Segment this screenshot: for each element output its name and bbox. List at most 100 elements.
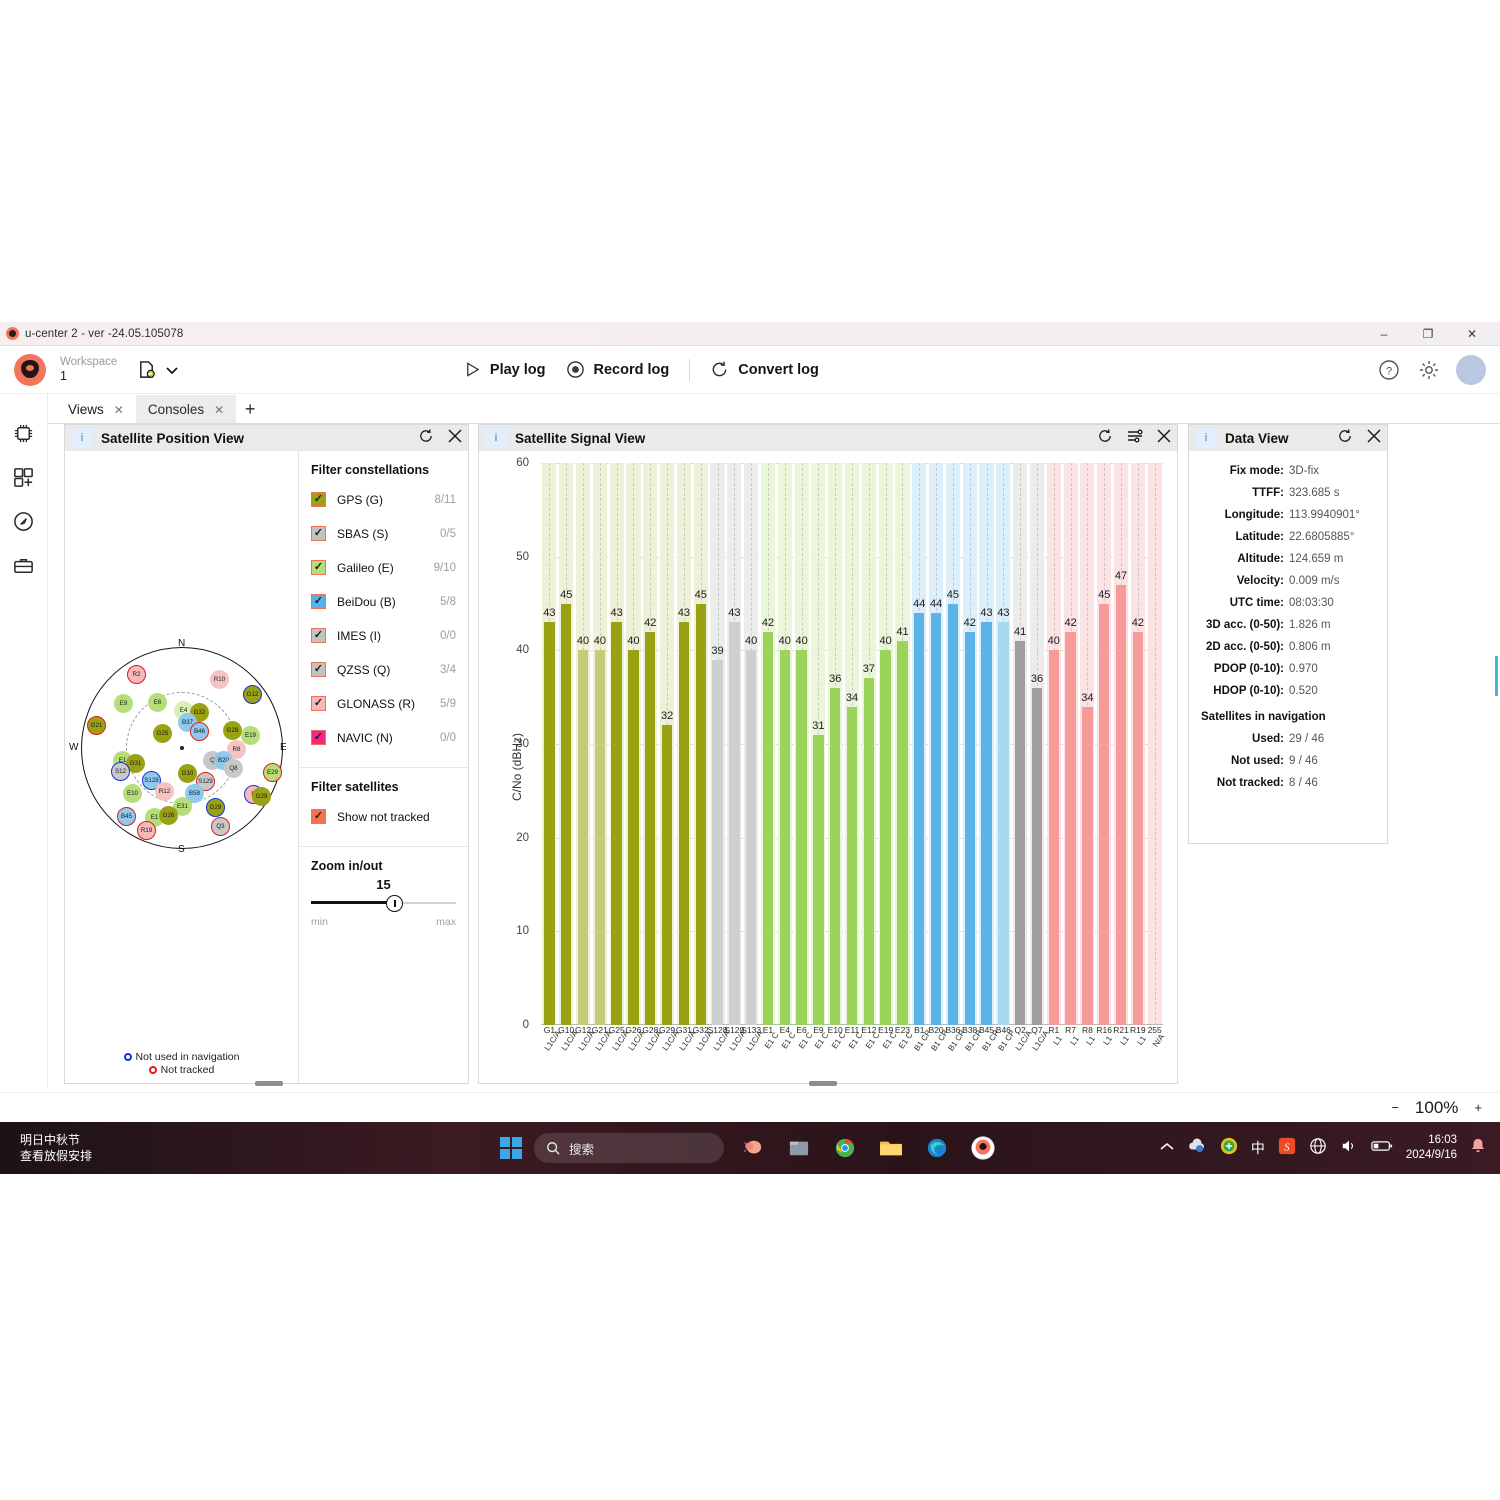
copilot-icon[interactable] (736, 1131, 770, 1165)
bar-cell[interactable]: 42 (1129, 463, 1146, 1025)
satellite-marker[interactable]: G12 (243, 685, 262, 704)
constellation-row-navic[interactable]: ✓ NAVIC (N) 0/0 (311, 725, 456, 750)
bar-cell[interactable]: 34 (844, 463, 861, 1025)
cloud-sync-icon[interactable] (1187, 1138, 1207, 1159)
shield-icon[interactable] (1220, 1137, 1238, 1160)
satellite-marker[interactable]: R12 (155, 782, 174, 801)
vertical-scrollbar[interactable] (1495, 656, 1498, 696)
chevron-down-icon[interactable] (159, 357, 185, 383)
bar[interactable]: 43 (997, 607, 1009, 1025)
satellite-marker[interactable]: B46 (190, 722, 209, 741)
bar[interactable]: 47 (1115, 570, 1127, 1025)
bar[interactable]: 43 (728, 607, 740, 1025)
sort-filter-icon[interactable] (1127, 429, 1143, 448)
bar-cell[interactable]: 45 (692, 463, 709, 1025)
bar-cell[interactable]: 45 (558, 463, 575, 1025)
bar-cell[interactable]: 40 (591, 463, 608, 1025)
satellite-marker[interactable]: G25 (153, 724, 172, 743)
bar-cell[interactable]: 43 (726, 463, 743, 1025)
close-icon[interactable] (448, 428, 462, 448)
dashboard-add-icon[interactable] (11, 464, 37, 490)
info-badge-icon[interactable]: i (1195, 428, 1217, 448)
satellite-marker[interactable]: E10 (123, 784, 142, 803)
bar-cell[interactable]: 36 (827, 463, 844, 1025)
bar[interactable]: 40 (627, 635, 640, 1025)
bar-cell[interactable]: 40 (877, 463, 894, 1025)
bar[interactable]: 41 (896, 626, 909, 1025)
close-icon[interactable]: ✕ (214, 403, 224, 417)
satellite-marker[interactable]: E19 (241, 726, 260, 745)
battery-icon[interactable] (1371, 1139, 1393, 1158)
news-widget[interactable]: 明日中秋节 查看放假安排 (20, 1132, 92, 1164)
bar-cell[interactable]: 43 (608, 463, 625, 1025)
satellite-marker[interactable]: B45 (117, 807, 136, 826)
bar[interactable]: 40 (779, 635, 791, 1025)
show-not-tracked-row[interactable]: ✓ Show not tracked (311, 804, 456, 829)
convert-log-button[interactable]: Convert log (710, 360, 819, 379)
tab-consoles[interactable]: Consoles ✕ (135, 395, 237, 423)
satellite-marker[interactable]: G26 (159, 806, 178, 825)
bar-cell[interactable]: 45 (1096, 463, 1113, 1025)
satellite-marker[interactable]: G28 (223, 721, 242, 740)
satellite-marker[interactable]: E6 (148, 693, 167, 712)
bar-cell[interactable]: 36 (1029, 463, 1046, 1025)
constellation-checkbox[interactable]: ✓ (311, 560, 326, 575)
bar[interactable]: 41 (1014, 626, 1026, 1025)
bar-cell[interactable]: 40 (743, 463, 760, 1025)
bar-cell[interactable]: 32 (659, 463, 676, 1025)
bar-cell[interactable]: 40 (625, 463, 642, 1025)
bar[interactable]: 42 (1132, 617, 1144, 1025)
satellite-marker[interactable]: G29 (252, 787, 271, 806)
workspace-selector[interactable]: Workspace 1 (60, 356, 117, 384)
satellite-marker[interactable]: E29 (263, 763, 282, 782)
ime-indicator[interactable]: 中 (1251, 1138, 1265, 1158)
bar[interactable]: 40 (594, 635, 606, 1025)
bar-cell[interactable]: 41 (1012, 463, 1029, 1025)
bar-cell[interactable]: 42 (961, 463, 978, 1025)
bar[interactable]: 40 (880, 635, 892, 1025)
taskbar-search[interactable]: 搜索 (534, 1133, 724, 1163)
bar-cell[interactable] (1146, 463, 1163, 1025)
bar-cell[interactable]: 37 (860, 463, 877, 1025)
bar[interactable]: 36 (1031, 673, 1043, 1025)
bar[interactable]: 32 (661, 710, 673, 1025)
folder-icon[interactable] (874, 1131, 908, 1165)
bar-cell[interactable]: 42 (642, 463, 659, 1025)
panel-resize-handle[interactable] (255, 1081, 283, 1086)
bar[interactable]: 45 (695, 589, 707, 1025)
bar[interactable]: 42 (644, 617, 656, 1025)
bar-cell[interactable]: 40 (793, 463, 810, 1025)
constellation-row-beidou[interactable]: ✓ BeiDou (B) 5/8 (311, 589, 456, 614)
satellite-marker[interactable]: G21 (87, 716, 106, 735)
file-explorer-icon[interactable] (782, 1131, 816, 1165)
add-tab-button[interactable]: + (236, 395, 264, 423)
constellation-checkbox[interactable]: ✓ (311, 526, 326, 541)
play-log-button[interactable]: Play log (464, 361, 546, 378)
constellation-row-glonass[interactable]: ✓ GLONASS (R) 5/9 (311, 691, 456, 716)
constellation-checkbox[interactable]: ✓ (311, 628, 326, 643)
info-badge-icon[interactable]: i (71, 428, 93, 448)
info-badge-icon[interactable]: i (485, 428, 507, 448)
satellite-marker[interactable]: S12 (111, 762, 130, 781)
bar[interactable]: 34 (1081, 692, 1094, 1025)
bar[interactable]: 45 (560, 589, 572, 1025)
notification-bell-icon[interactable] (1470, 1137, 1486, 1159)
bar-cell[interactable]: 45 (945, 463, 962, 1025)
show-not-tracked-checkbox[interactable]: ✓ (311, 809, 326, 824)
bar-cell[interactable]: 34 (1079, 463, 1096, 1025)
satellite-marker[interactable]: R10 (210, 670, 229, 689)
bar-cell[interactable]: 47 (1113, 463, 1130, 1025)
zoom-slider[interactable] (311, 894, 456, 912)
bar-cell[interactable]: 42 (1062, 463, 1079, 1025)
constellation-checkbox[interactable]: ✓ (311, 662, 326, 677)
bar-cell[interactable]: 40 (1045, 463, 1062, 1025)
close-icon[interactable] (1367, 428, 1381, 448)
bar[interactable]: 40 (577, 635, 589, 1025)
close-button[interactable]: ✕ (1450, 322, 1494, 346)
toolbox-icon[interactable] (11, 552, 37, 578)
record-log-button[interactable]: Record log (566, 360, 669, 379)
constellation-row-qzss[interactable]: ✓ QZSS (Q) 3/4 (311, 657, 456, 682)
panel-resize-handle[interactable] (809, 1081, 837, 1086)
bar-cell[interactable]: 42 (760, 463, 777, 1025)
bar[interactable]: 36 (829, 673, 841, 1025)
